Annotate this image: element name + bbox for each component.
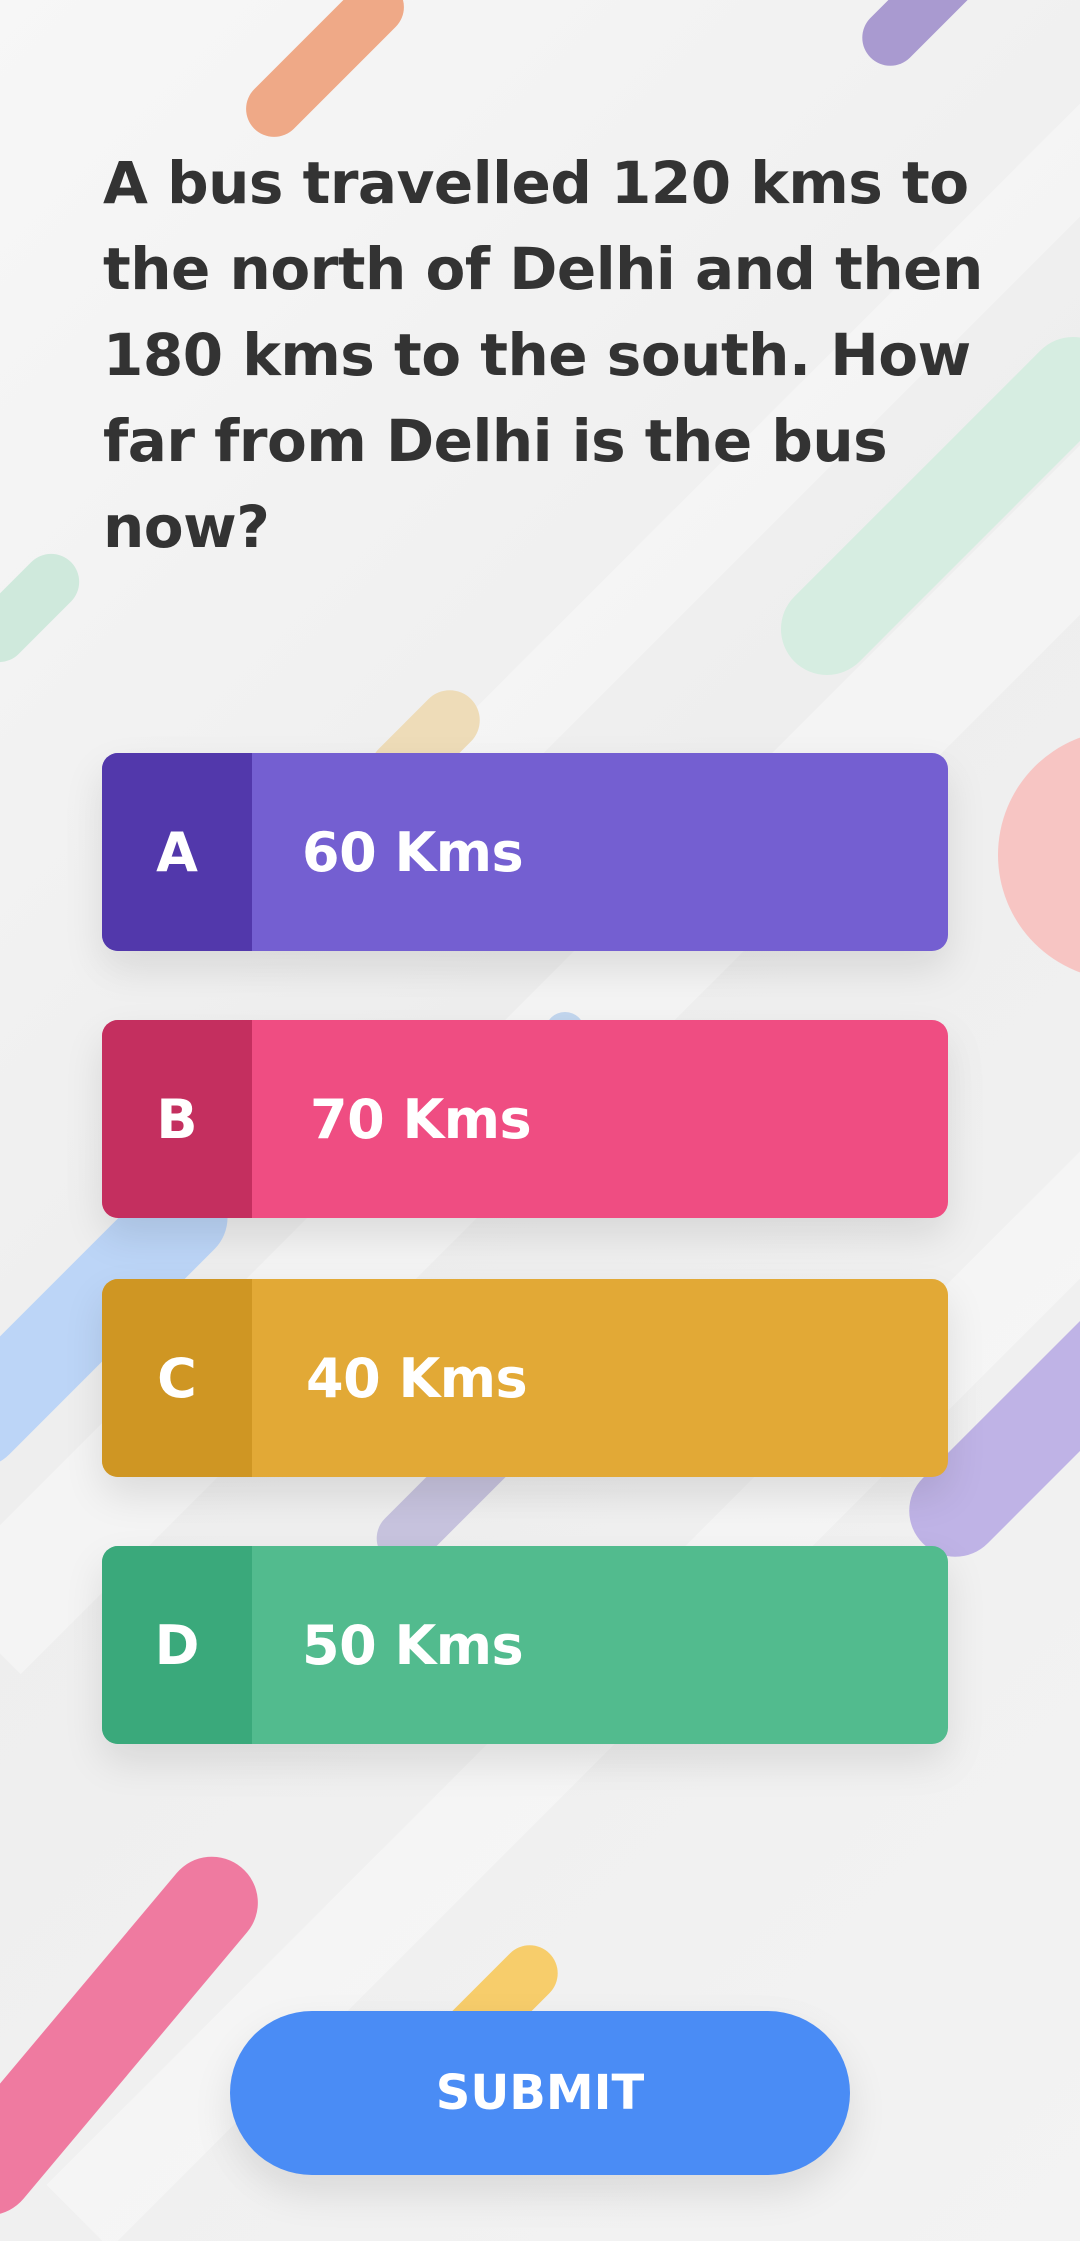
option-c[interactable]: C 40 Kms xyxy=(102,1279,948,1477)
orange-decoration xyxy=(234,0,416,149)
mint-decoration xyxy=(0,542,91,674)
purple-decoration xyxy=(850,0,990,78)
pink-circle-decoration xyxy=(998,730,1080,980)
option-a[interactable]: A 60 Kms xyxy=(102,753,948,951)
option-label: 70 Kms xyxy=(310,1087,532,1151)
option-label: 60 Kms xyxy=(302,820,524,884)
option-letter: B xyxy=(102,1020,252,1218)
option-letter: C xyxy=(102,1279,252,1477)
option-letter: A xyxy=(102,753,252,951)
option-letter: D xyxy=(102,1546,252,1744)
option-label: 50 Kms xyxy=(302,1613,524,1677)
option-d[interactable]: D 50 Kms xyxy=(102,1546,948,1744)
submit-button[interactable]: SUBMIT xyxy=(230,2011,850,2175)
question-text: A bus travelled 120 kms to the north of … xyxy=(103,149,983,561)
option-label: 40 Kms xyxy=(306,1346,528,1410)
option-b[interactable]: B 70 Kms xyxy=(102,1020,948,1218)
